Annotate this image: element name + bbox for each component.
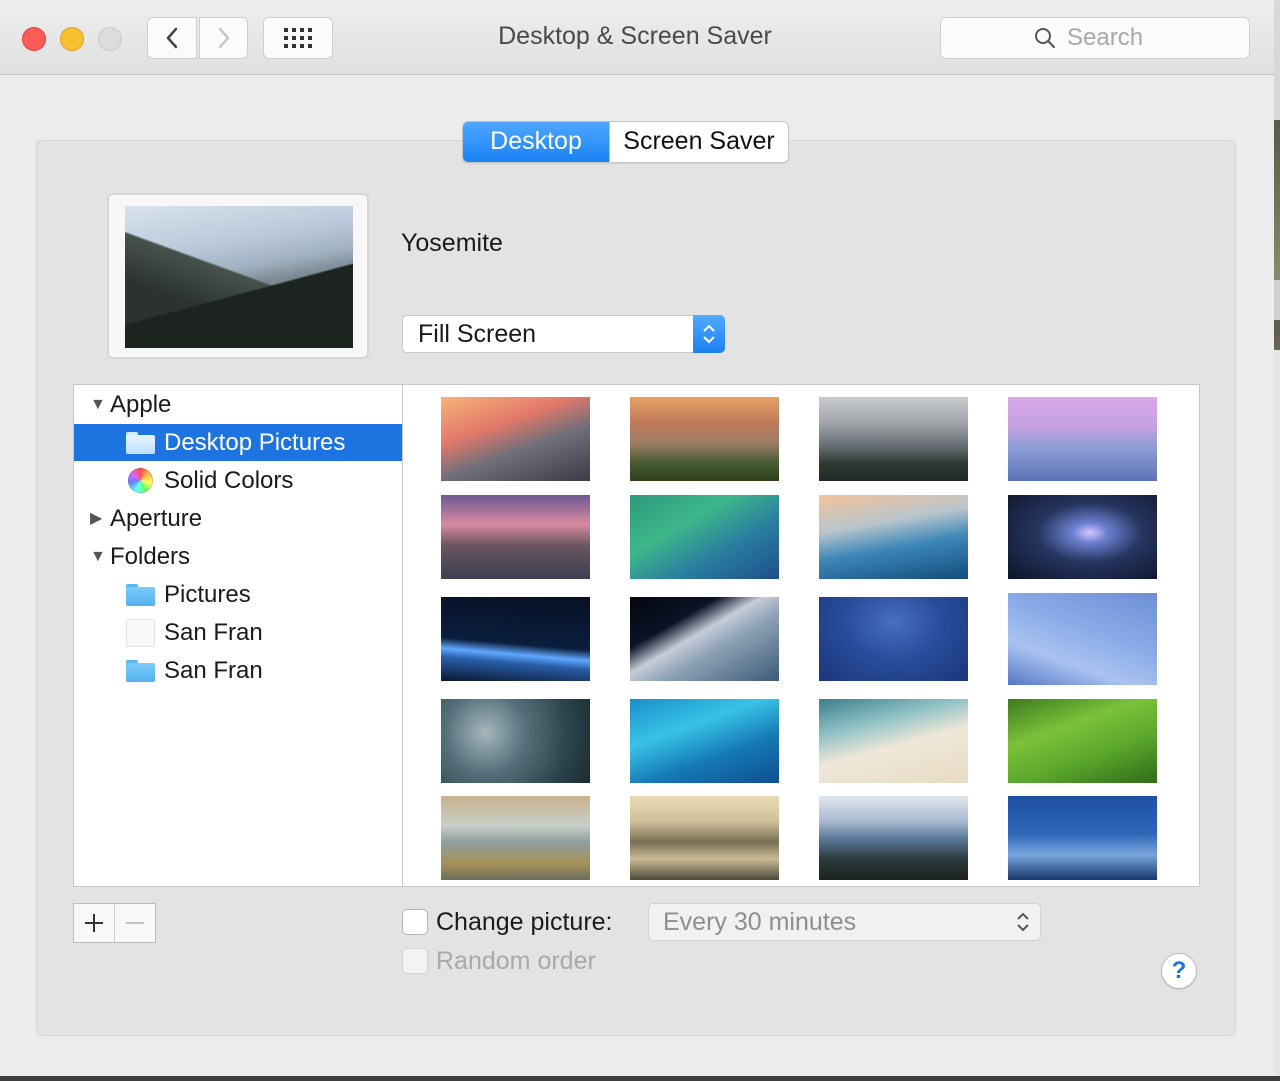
source-label: Solid Colors	[164, 467, 294, 494]
wallpaper-thumbnail[interactable]	[441, 397, 590, 481]
back-button[interactable]	[147, 17, 197, 59]
plus-icon	[85, 914, 103, 932]
color-wheel-icon	[128, 468, 153, 493]
disclosure-expanded-icon[interactable]: ▼	[90, 386, 106, 423]
wallpaper-thumbnail[interactable]	[1008, 397, 1157, 481]
wallpaper-thumbnail[interactable]	[441, 699, 590, 783]
folder-icon	[126, 432, 155, 454]
wallpaper-thumbnail[interactable]	[1008, 699, 1157, 783]
wallpaper-thumbnail[interactable]	[630, 796, 779, 880]
wallpaper-thumbnail[interactable]	[1008, 593, 1157, 685]
source-group-folders[interactable]: ▼ Folders	[74, 538, 402, 575]
source-label: Folders	[110, 543, 191, 570]
forward-button[interactable]	[199, 17, 248, 59]
tab-bar: Desktop Screen Saver	[462, 121, 789, 163]
tab-desktop[interactable]: Desktop	[463, 122, 609, 162]
source-list: ▼ Apple Desktop Pictures Solid Colors ▶ …	[73, 384, 403, 887]
pictures-folder-icon	[126, 584, 155, 606]
current-wallpaper-preview	[107, 193, 369, 359]
wallpaper-thumbnail[interactable]	[819, 796, 968, 880]
blank-image-icon	[126, 619, 155, 647]
titlebar: Desktop & Screen Saver	[0, 0, 1274, 75]
close-window-button[interactable]	[22, 27, 46, 51]
add-folder-button[interactable]	[74, 904, 114, 942]
wallpaper-thumbnail[interactable]	[630, 699, 779, 783]
source-label: Aperture	[110, 505, 203, 532]
wallpaper-thumbnail[interactable]	[441, 796, 590, 880]
wallpaper-thumbnail[interactable]	[441, 495, 590, 579]
disclosure-collapsed-icon[interactable]: ▶	[90, 500, 102, 537]
minimize-window-button[interactable]	[60, 27, 84, 51]
source-group-aperture[interactable]: ▶ Aperture	[74, 500, 402, 537]
search-input[interactable]	[1067, 24, 1157, 52]
change-interval-select[interactable]: Every 30 minutes	[648, 903, 1041, 941]
search-field[interactable]	[940, 17, 1250, 59]
chevron-right-icon	[218, 27, 229, 49]
background-desktop-strip	[1274, 0, 1280, 1081]
disclosure-expanded-icon[interactable]: ▼	[90, 538, 106, 575]
window-title: Desktop & Screen Saver	[498, 22, 772, 50]
wallpaper-thumbnail[interactable]	[819, 699, 968, 783]
source-item-pictures[interactable]: Pictures	[74, 576, 402, 613]
wallpaper-thumbnail[interactable]	[441, 597, 590, 681]
source-item-san-fran-2[interactable]: San Fran	[74, 652, 402, 689]
zoom-window-button[interactable]	[98, 27, 122, 51]
system-preferences-window: Desktop & Screen Saver Desktop Screen Sa…	[0, 0, 1275, 1077]
source-label: Pictures	[164, 581, 251, 608]
minus-icon	[126, 922, 144, 924]
wallpaper-thumbnail[interactable]	[630, 397, 779, 481]
fit-mode-value: Fill Screen	[418, 320, 537, 348]
show-all-button[interactable]	[263, 17, 333, 59]
wallpaper-thumbnail[interactable]	[1008, 796, 1157, 880]
source-item-solid-colors[interactable]: Solid Colors	[74, 462, 402, 499]
wallpaper-thumbnail[interactable]	[1008, 495, 1157, 579]
question-mark-icon: ?	[1171, 957, 1187, 984]
fit-mode-select[interactable]: Fill Screen	[402, 315, 725, 353]
wallpaper-thumbnail[interactable]	[819, 397, 968, 481]
wallpaper-preview-image	[125, 206, 353, 348]
chevron-left-icon	[166, 27, 178, 49]
wallpaper-grid	[402, 384, 1200, 887]
background-desktop-strip	[0, 1076, 1280, 1081]
add-remove-control	[73, 903, 156, 943]
source-label: Apple	[110, 391, 172, 418]
source-label: San Fran	[164, 657, 263, 684]
wallpaper-thumbnail[interactable]	[819, 495, 968, 579]
updown-arrows-icon	[1010, 908, 1036, 936]
remove-folder-button[interactable]	[114, 904, 155, 942]
change-picture-label: Change picture:	[436, 908, 613, 936]
grid-icon	[284, 28, 312, 48]
source-group-apple[interactable]: ▼ Apple	[74, 386, 402, 423]
change-picture-checkbox[interactable]	[402, 909, 428, 935]
wallpaper-name: Yosemite	[401, 229, 503, 257]
source-item-san-fran-1[interactable]: San Fran	[74, 614, 402, 651]
source-item-desktop-pictures[interactable]: Desktop Pictures	[74, 424, 402, 461]
source-label: San Fran	[164, 619, 263, 646]
folder-icon	[126, 660, 155, 682]
wallpaper-thumbnail[interactable]	[630, 597, 779, 681]
magnifier-icon	[1035, 28, 1056, 49]
wallpaper-thumbnail[interactable]	[630, 495, 779, 579]
help-button[interactable]: ?	[1161, 953, 1197, 989]
source-label: Desktop Pictures	[164, 429, 346, 456]
updown-arrows-icon	[693, 315, 725, 353]
tab-screen-saver[interactable]: Screen Saver	[609, 122, 788, 162]
random-order-label: Random order	[436, 947, 596, 975]
random-order-checkbox[interactable]	[402, 948, 428, 974]
interval-value: Every 30 minutes	[663, 908, 857, 936]
wallpaper-thumbnail[interactable]	[819, 597, 968, 681]
